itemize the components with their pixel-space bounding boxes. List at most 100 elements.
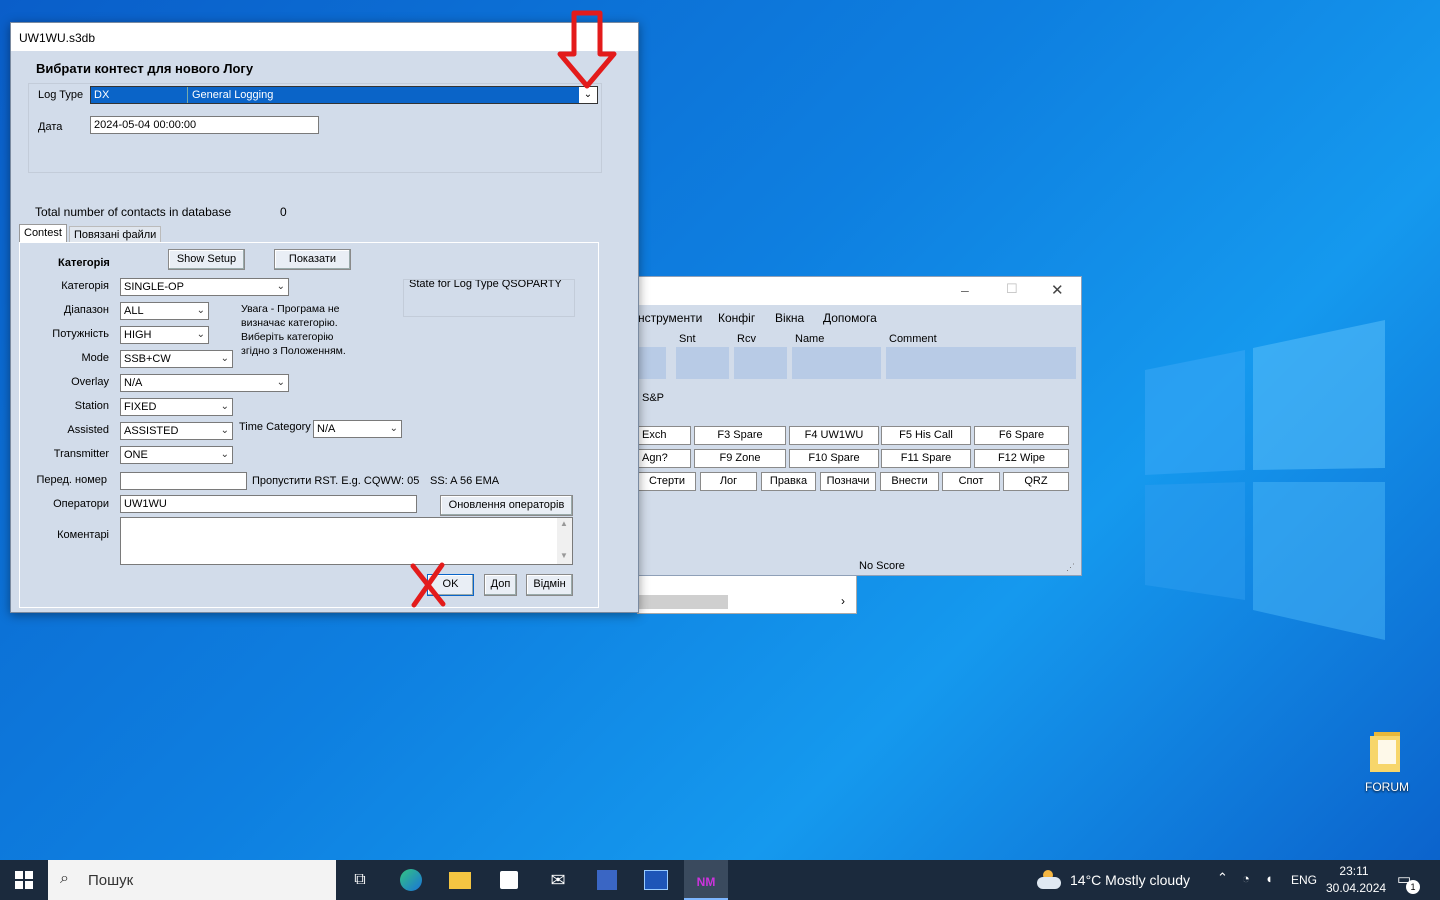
tab-linked-files[interactable]: Повязані файли [69, 226, 162, 243]
sp-indicator: S&P [642, 392, 665, 404]
cancel-button[interactable]: Відмін [526, 574, 573, 596]
volume-icon[interactable]: ◖ [1265, 871, 1273, 886]
category-select[interactable]: SINGLE-OP ⌄ [120, 278, 289, 296]
mail-icon[interactable]: ✉ [538, 866, 578, 894]
menu-help[interactable]: Допомога [823, 311, 877, 325]
network-icon[interactable]: ◔ [1242, 871, 1250, 886]
operators-label: Оператори [53, 498, 109, 510]
new-log-dialog: UW1WU.s3db Вибрати контест для нового Ло… [10, 22, 639, 613]
edit-button[interactable]: Правка [761, 472, 816, 491]
total-contacts-value: 0 [280, 205, 287, 219]
update-operators-button[interactable]: Оновлення операторів [440, 495, 573, 516]
start-button[interactable] [4, 866, 44, 894]
close-icon[interactable]: ✕ [1051, 281, 1064, 299]
scroll-right-icon[interactable]: › [841, 594, 845, 608]
time-category-select[interactable]: N/A ⌄ [313, 420, 402, 438]
f6-button[interactable]: F6 Spare [974, 426, 1069, 445]
f3-button[interactable]: F3 Spare [694, 426, 786, 445]
tab-contest[interactable]: Contest [19, 224, 67, 242]
n1mm-app-icon[interactable]: NM [684, 860, 728, 900]
spot-button[interactable]: Спот [942, 472, 1000, 491]
f12-button[interactable]: F12 Wipe [974, 449, 1069, 468]
mode-value: SSB+CW [124, 353, 171, 365]
warning-line: Увага - Програма не [241, 303, 340, 315]
overlay-label: Overlay [71, 376, 109, 388]
menu-windows[interactable]: Вікна [775, 311, 804, 325]
sent-number-input[interactable] [120, 472, 247, 490]
show-button[interactable]: Показати [274, 249, 351, 270]
dialog-title: UW1WU.s3db [19, 31, 96, 45]
call-field[interactable] [638, 347, 666, 379]
transmitter-label: Transmitter [53, 448, 109, 460]
assisted-select[interactable]: ASSISTED ⌄ [120, 422, 233, 440]
scrollbar-thumb[interactable] [638, 595, 728, 609]
clock[interactable]: 23:11 30.04.2024 [1326, 864, 1386, 895]
agn-button[interactable]: Agn? [638, 449, 691, 468]
log-button[interactable]: Лог [700, 472, 757, 491]
show-setup-button[interactable]: Show Setup [168, 249, 245, 270]
col-name: Name [795, 333, 825, 345]
mode-select[interactable]: SSB+CW ⌄ [120, 350, 233, 368]
operators-input[interactable]: UW1WU [120, 495, 417, 513]
wipe-button[interactable]: Стерти [638, 472, 696, 491]
scroll-up-icon[interactable]: ▲ [560, 519, 568, 528]
category-value: SINGLE-OP [124, 281, 184, 293]
exch-button[interactable]: Exch [638, 426, 691, 445]
search-placeholder: Пошук [88, 872, 134, 889]
minimize-icon[interactable]: – [961, 282, 969, 298]
chevron-down-icon: ⌄ [196, 329, 205, 340]
resize-grip-icon[interactable]: ⋰ [1066, 562, 1075, 573]
menu-tools[interactable]: нструменти [638, 311, 702, 325]
taskbar-search[interactable]: ⌕ Пошук [48, 860, 336, 900]
station-select[interactable]: FIXED ⌄ [120, 398, 233, 416]
windows-icon [15, 871, 33, 889]
help-button[interactable]: Доп [484, 574, 517, 596]
scroll-down-icon[interactable]: ▼ [560, 551, 568, 560]
f9-button[interactable]: F9 Zone [694, 449, 786, 468]
taskbar: ⌕ Пошук ⧉ ✉ NM 14°C Mostly cloudy ⌃ ◔ ◖ … [0, 860, 1440, 900]
file-explorer-icon[interactable] [440, 866, 480, 894]
f10-button[interactable]: F10 Spare [789, 449, 879, 468]
total-contacts-label: Total number of contacts in database [35, 205, 232, 219]
log-type-label: Log Type [38, 89, 84, 101]
logger-app-icon[interactable] [636, 866, 676, 894]
comments-textarea[interactable]: ▲ ▼ [120, 517, 573, 565]
dialog-titlebar[interactable]: UW1WU.s3db [11, 23, 638, 51]
warning-line: визначає категорію. [241, 317, 338, 329]
maximize-icon[interactable]: ☐ [1006, 281, 1018, 297]
log-type-select[interactable]: DX General Logging ⌄ [90, 86, 598, 104]
edge-icon[interactable] [391, 866, 431, 894]
f11-button[interactable]: F11 Spare [881, 449, 971, 468]
task-view-icon[interactable]: ⧉ [340, 866, 380, 894]
cloud-weather-icon[interactable] [1037, 870, 1063, 890]
log-type-value: DX [94, 89, 110, 101]
chevron-up-icon[interactable]: ⌃ [1217, 870, 1228, 886]
weather-text[interactable]: 14°C Mostly cloudy [1070, 872, 1190, 888]
menu-config[interactable]: Конфіг [718, 311, 755, 325]
dialog-heading: Вибрати контест для нового Логу [36, 61, 254, 76]
mark-button[interactable]: Позначи [820, 472, 876, 491]
transmitter-select[interactable]: ONE ⌄ [120, 446, 233, 464]
sent-number-label: Перед. номер [36, 474, 107, 486]
chevron-down-icon: ⌄ [276, 281, 285, 292]
date-input[interactable]: 2024-05-04 00:00:00 [90, 116, 319, 134]
comments-scrollbar[interactable]: ▲ ▼ [557, 518, 572, 564]
store-icon[interactable] [489, 866, 529, 894]
qrz-button[interactable]: QRZ [1003, 472, 1069, 491]
overlay-select[interactable]: N/A ⌄ [120, 374, 289, 392]
save-app-icon[interactable] [587, 866, 627, 894]
store-button[interactable]: Внести [880, 472, 939, 491]
annotation-arrow-icon [557, 10, 617, 89]
overlay-value: N/A [124, 377, 143, 389]
language-indicator[interactable]: ENG [1291, 873, 1317, 887]
f5-button[interactable]: F5 His Call [881, 426, 971, 445]
rcv-field[interactable] [734, 347, 787, 379]
band-select[interactable]: ALL ⌄ [120, 302, 209, 320]
main-window-titlebar[interactable]: – ☐ ✕ [638, 277, 1081, 305]
comment-field[interactable] [886, 347, 1076, 379]
name-field[interactable] [792, 347, 881, 379]
forum-folder[interactable]: FORUM [1362, 730, 1412, 800]
snt-field[interactable] [676, 347, 729, 379]
power-select[interactable]: HIGH ⌄ [120, 326, 209, 344]
f4-button[interactable]: F4 UW1WU [789, 426, 879, 445]
